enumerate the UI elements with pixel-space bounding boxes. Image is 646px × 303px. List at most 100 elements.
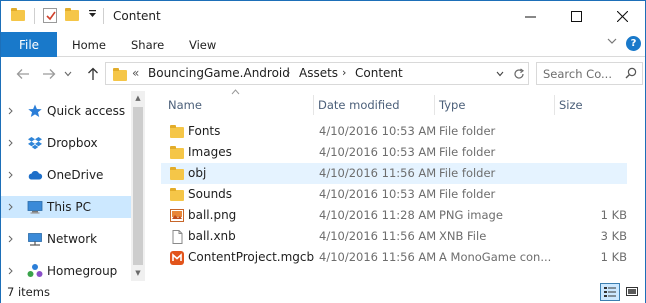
sort-ascending-icon bbox=[231, 88, 240, 98]
tab-home[interactable]: Home bbox=[72, 32, 106, 57]
breadcrumb-overflow[interactable]: « bbox=[132, 66, 139, 80]
expand-chevron-icon[interactable] bbox=[8, 132, 16, 154]
navigation-bar: « BouncingGame.Android › Assets › Conten… bbox=[1, 57, 645, 91]
column-header-name[interactable]: Name bbox=[168, 96, 202, 114]
window-title: Content bbox=[113, 9, 161, 23]
expand-chevron-icon[interactable] bbox=[8, 196, 16, 218]
file-date: 4/10/2016 11:56 AM bbox=[319, 250, 437, 264]
new-folder-icon[interactable] bbox=[65, 8, 79, 21]
minimize-button[interactable] bbox=[507, 1, 553, 31]
details-view-icon[interactable] bbox=[600, 283, 620, 301]
file-name: ball.png bbox=[188, 208, 237, 222]
homegroup-icon bbox=[27, 263, 43, 279]
close-button[interactable] bbox=[599, 1, 645, 31]
scrollbar-thumb[interactable] bbox=[133, 107, 143, 265]
file-row-fonts[interactable]: Fonts 4/10/2016 10:53 AM File folder bbox=[161, 121, 627, 142]
dropbox-icon bbox=[27, 135, 43, 151]
column-header-date-modified[interactable]: Date modified bbox=[318, 96, 400, 114]
file-name: Sounds bbox=[188, 187, 233, 201]
expand-chevron-icon[interactable] bbox=[8, 228, 16, 250]
back-arrow-icon[interactable] bbox=[13, 64, 33, 84]
column-header-type[interactable]: Type bbox=[439, 96, 465, 114]
sidebar-item-homegroup[interactable]: Homegroup bbox=[1, 260, 131, 282]
monogame-icon bbox=[170, 251, 184, 265]
file-list: Name Date modified Type Size Fonts 4/10/… bbox=[145, 88, 645, 281]
search-box[interactable]: Search Co... bbox=[536, 62, 643, 85]
file-type: PNG image bbox=[439, 208, 503, 222]
search-input[interactable]: Search Co... bbox=[543, 67, 612, 81]
file-row-contentproject-mgcb[interactable]: ContentProject.mgcb 4/10/2016 11:56 AM A… bbox=[161, 247, 627, 268]
folder-icon bbox=[113, 68, 127, 81]
cloud-icon bbox=[27, 167, 43, 183]
sidebar-item-label: This PC bbox=[47, 200, 91, 214]
up-arrow-icon[interactable] bbox=[83, 64, 103, 84]
tab-share[interactable]: Share bbox=[131, 32, 164, 57]
breadcrumb-chevron-icon[interactable]: › bbox=[342, 66, 346, 79]
file-date: 4/10/2016 10:53 AM bbox=[319, 145, 437, 159]
sidebar-item-label: Network bbox=[47, 232, 98, 246]
file-row-images[interactable]: Images 4/10/2016 10:53 AM File folder bbox=[161, 142, 627, 163]
file-type: File folder bbox=[439, 187, 496, 201]
scroll-down-arrow-icon[interactable]: ▼ bbox=[134, 269, 142, 277]
search-icon[interactable] bbox=[625, 67, 637, 82]
address-dropdown-icon[interactable] bbox=[490, 65, 508, 83]
expand-chevron-icon[interactable] bbox=[8, 100, 16, 122]
sidebar-item-label: Homegroup bbox=[47, 264, 118, 278]
sidebar-item-quick-access[interactable]: Quick access bbox=[1, 100, 131, 122]
divider bbox=[34, 8, 35, 24]
column-divider[interactable] bbox=[554, 95, 555, 115]
file-row-obj[interactable]: obj 4/10/2016 11:56 AM File folder bbox=[161, 163, 627, 184]
breadcrumb-assets[interactable]: Assets bbox=[299, 66, 338, 80]
network-icon bbox=[27, 231, 43, 247]
item-count: 7 items bbox=[7, 285, 50, 299]
file-date: 4/10/2016 11:56 AM bbox=[319, 166, 437, 180]
sidebar-item-network[interactable]: Network bbox=[1, 228, 131, 250]
forward-arrow-icon[interactable] bbox=[39, 64, 59, 84]
expand-chevron-icon[interactable] bbox=[8, 164, 16, 186]
file-type: File folder bbox=[439, 124, 496, 138]
folder-icon bbox=[170, 167, 184, 180]
properties-check-icon[interactable] bbox=[43, 8, 57, 23]
sidebar-item-dropbox[interactable]: Dropbox bbox=[1, 132, 131, 154]
file-type: File folder bbox=[439, 145, 496, 159]
sidebar-item-this-pc[interactable]: This PC bbox=[1, 196, 131, 218]
file-row-sounds[interactable]: Sounds 4/10/2016 10:53 AM File folder bbox=[161, 184, 627, 205]
explorer-window: Content File Home Share View ? « Bouncin… bbox=[0, 0, 646, 303]
chevron-down-icon[interactable] bbox=[605, 36, 619, 50]
file-type: XNB File bbox=[439, 229, 487, 243]
file-size: 3 KB bbox=[600, 229, 627, 243]
tab-file[interactable]: File bbox=[1, 32, 57, 57]
breadcrumb-chevron-icon[interactable]: › bbox=[286, 66, 290, 79]
sidebar-item-onedrive[interactable]: OneDrive bbox=[1, 164, 131, 186]
breadcrumb-bouncinggame-android[interactable]: BouncingGame.Android bbox=[148, 66, 290, 80]
scroll-up-arrow-icon[interactable]: ▲ bbox=[134, 94, 142, 102]
status-bar: 7 items bbox=[1, 282, 645, 303]
maximize-button[interactable] bbox=[553, 1, 599, 31]
expand-chevron-icon[interactable] bbox=[8, 260, 16, 282]
recent-locations-chevron-icon[interactable] bbox=[61, 64, 75, 84]
column-divider[interactable] bbox=[434, 95, 435, 115]
file-size: 1 KB bbox=[600, 250, 627, 264]
file-type: File folder bbox=[439, 166, 496, 180]
sidebar-item-label: OneDrive bbox=[47, 168, 104, 182]
star-icon bbox=[27, 103, 43, 119]
folder-icon[interactable] bbox=[11, 8, 25, 21]
file-row-ball-png[interactable]: ball.png 4/10/2016 11:28 AM PNG image 1 … bbox=[161, 205, 627, 226]
sidebar-item-label: Dropbox bbox=[47, 136, 98, 150]
png-image-icon bbox=[170, 209, 184, 222]
file-date: 4/10/2016 10:53 AM bbox=[319, 124, 437, 138]
large-icons-view-icon[interactable] bbox=[622, 283, 642, 301]
divider bbox=[103, 8, 104, 24]
breadcrumb-content[interactable]: Content bbox=[355, 66, 403, 80]
sidebar-scrollbar[interactable]: ▲ ▼ bbox=[131, 91, 145, 281]
tab-view[interactable]: View bbox=[189, 32, 216, 57]
help-icon[interactable]: ? bbox=[626, 36, 641, 51]
address-bar[interactable]: « BouncingGame.Android › Assets › Conten… bbox=[105, 62, 529, 85]
file-name: ContentProject.mgcb bbox=[188, 250, 315, 264]
customize-dropdown-icon[interactable] bbox=[87, 9, 97, 23]
file-row-ball-xnb[interactable]: ball.xnb 4/10/2016 11:56 AM XNB File 3 K… bbox=[161, 226, 627, 247]
column-divider[interactable] bbox=[313, 95, 314, 115]
column-header-size[interactable]: Size bbox=[559, 96, 583, 114]
refresh-icon[interactable] bbox=[510, 64, 528, 83]
file-type: A MonoGame con... bbox=[439, 250, 552, 264]
